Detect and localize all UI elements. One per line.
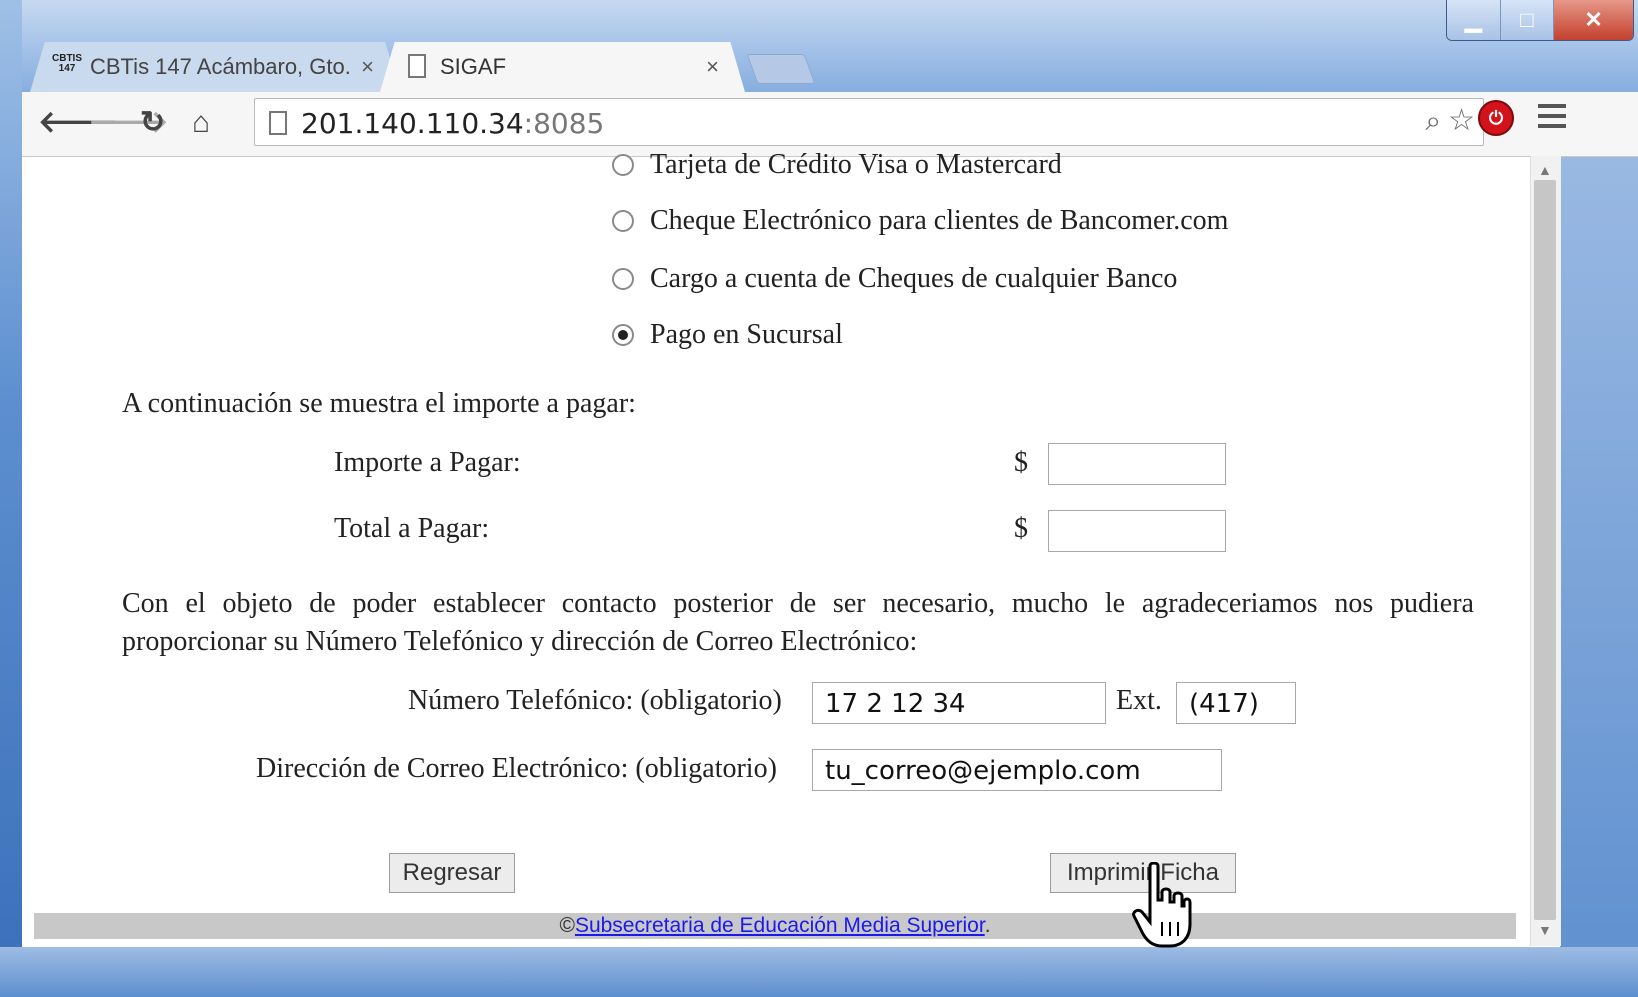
radio-button[interactable] (612, 268, 634, 290)
scroll-up-icon[interactable]: ▲ (1538, 162, 1552, 178)
total-field[interactable] (1048, 510, 1226, 552)
new-tab-button[interactable] (746, 54, 816, 84)
browser-toolbar: 🡐 🡒 ↻ ⌂ 201.140.110.34:8085 ⌕ ☆ ⏻ (22, 92, 1638, 157)
footer-suffix: . (984, 914, 991, 937)
radio-label: Cheque Electrónico para clientes de Banc… (650, 205, 1229, 236)
currency-symbol: $ (1014, 513, 1028, 544)
window-controls: ▁ □ ✕ (1446, 0, 1634, 41)
radio-button[interactable] (612, 210, 634, 232)
payment-option-branch[interactable]: Pago en Sucursal (612, 319, 843, 351)
phone-input[interactable]: 17 2 12 34 (812, 682, 1106, 724)
copyright-symbol: © (559, 914, 575, 937)
hand-cursor-icon (1132, 862, 1192, 948)
radio-label: Tarjeta de Crédito Visa o Mastercard (650, 149, 1062, 180)
cbtis-favicon-icon: CBTIS 147 (52, 53, 82, 74)
tab-close-icon[interactable]: × (706, 54, 719, 80)
page-footer: ©Subsecretaria de Educación Media Superi… (34, 913, 1516, 939)
tab-cbtis[interactable]: CBTIS 147 CBTis 147 Acámbaro, Gto. × (30, 42, 400, 92)
menu-icon[interactable] (1538, 104, 1566, 134)
radio-label: Cargo a cuenta de Cheques de cualquier B… (650, 263, 1178, 294)
back-button[interactable]: Regresar (389, 853, 515, 893)
address-url[interactable]: 201.140.110.34:8085 (301, 107, 604, 140)
scroll-down-icon[interactable]: ▼ (1538, 922, 1552, 938)
address-bar[interactable]: 201.140.110.34:8085 ⌕ ☆ (254, 98, 1484, 146)
url-host: 201.140.110.34 (301, 107, 524, 140)
minimize-button[interactable]: ▁ (1447, 0, 1501, 40)
radio-label: Pago en Sucursal (650, 319, 843, 350)
email-input[interactable]: tu_correo@ejemplo.com (812, 749, 1222, 791)
importe-field[interactable] (1048, 443, 1226, 485)
tab-label: CBTis 147 Acámbaro, Gto. (90, 54, 351, 79)
star-icon[interactable]: ☆ (1448, 103, 1475, 138)
page-favicon-icon (408, 54, 426, 78)
reload-icon[interactable]: ↻ (140, 106, 165, 140)
browser-window: ▁ □ ✕ CBTIS 147 CBTis 147 Acámbaro, Gto.… (0, 0, 1638, 997)
maximize-button[interactable]: □ (1500, 0, 1555, 40)
scrollbar-thumb[interactable] (1534, 180, 1556, 920)
contact-intro-text: Con el objeto de poder establecer contac… (122, 588, 1474, 657)
total-label: Total a Pagar: (334, 513, 490, 544)
importe-label: Importe a Pagar: (334, 447, 521, 478)
url-port: :8085 (523, 107, 605, 140)
close-window-button[interactable]: ✕ (1554, 0, 1633, 40)
page-icon (269, 111, 287, 135)
payment-option-electronic-check[interactable]: Cheque Electrónico para clientes de Banc… (612, 205, 1228, 237)
radio-button[interactable] (612, 154, 634, 176)
stop-extension-icon[interactable]: ⏻ (1478, 100, 1514, 136)
ext-input[interactable]: (417) (1176, 682, 1296, 724)
window-border-left (0, 0, 22, 997)
home-icon[interactable]: ⌂ (192, 106, 210, 140)
tab-sigaf[interactable]: SIGAF × (380, 42, 745, 92)
amount-intro-text: A continuación se muestra el importe a p… (122, 388, 636, 419)
vertical-scrollbar[interactable]: ▲ ▼ (1530, 156, 1561, 946)
radio-button-selected[interactable] (612, 324, 634, 346)
phone-label: Número Telefónico: (obligatorio) (408, 685, 782, 716)
window-border-right (1560, 92, 1638, 997)
page-content: Tarjeta de Crédito Visa o Mastercard Che… (22, 149, 1530, 947)
payment-option-credit-card[interactable]: Tarjeta de Crédito Visa o Mastercard (612, 149, 1062, 181)
tab-close-icon[interactable]: × (361, 54, 374, 80)
window-border-bottom (0, 947, 1638, 997)
email-label: Dirección de Correo Electrónico: (obliga… (256, 753, 777, 784)
tab-label: SIGAF (440, 54, 507, 79)
ext-label: Ext. (1116, 685, 1162, 716)
currency-symbol: $ (1014, 447, 1028, 478)
zoom-icon[interactable]: ⌕ (1425, 105, 1441, 138)
footer-link[interactable]: Subsecretaria de Educación Media Superio… (575, 914, 985, 937)
payment-option-bank-charge[interactable]: Cargo a cuenta de Cheques de cualquier B… (612, 263, 1177, 295)
